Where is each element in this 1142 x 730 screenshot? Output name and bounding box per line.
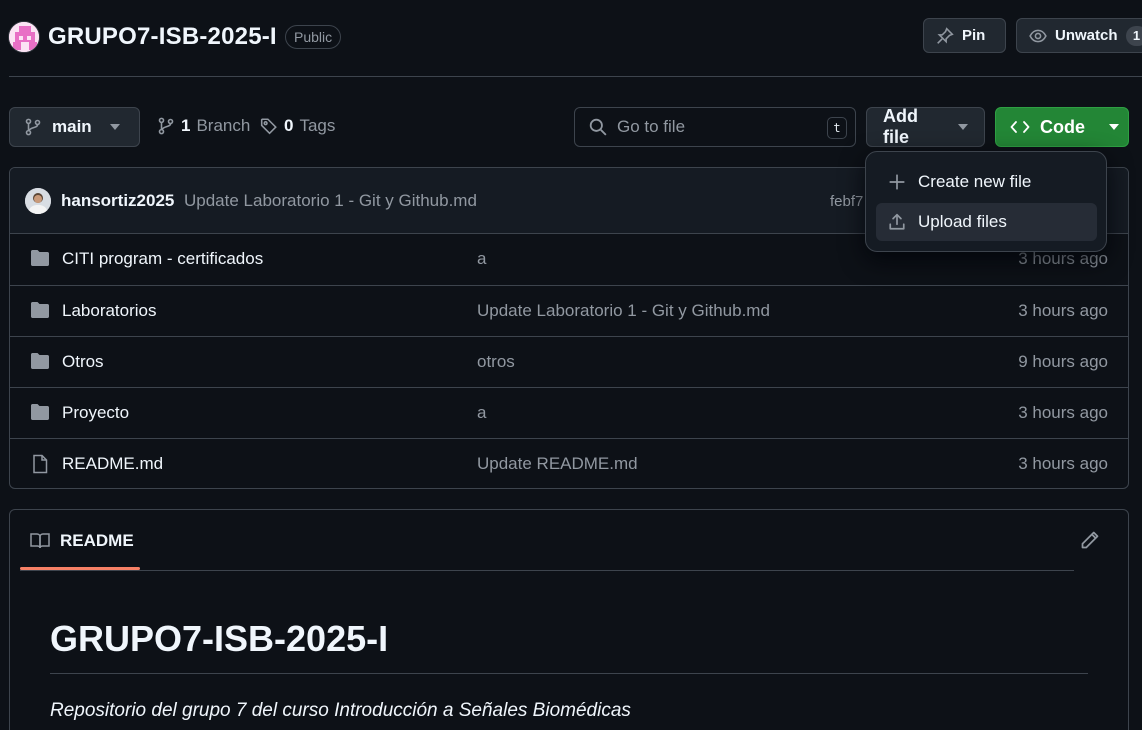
table-row[interactable]: Otros otros 9 hours ago: [10, 336, 1128, 387]
commit-author-avatar[interactable]: [25, 188, 51, 214]
file-icon: [30, 454, 50, 474]
heading-divider: [50, 673, 1088, 674]
file-name[interactable]: Otros: [62, 352, 104, 372]
git-branch-icon: [157, 117, 175, 135]
search-icon: [589, 118, 607, 136]
commit-author[interactable]: hansortiz2025: [61, 191, 174, 211]
upload-files-item[interactable]: Upload files: [876, 203, 1097, 241]
tag-icon: [260, 117, 278, 135]
file-commit-time: 3 hours ago: [1018, 403, 1108, 422]
visibility-badge: Public: [285, 25, 342, 49]
commit-hash[interactable]: febf7: [830, 193, 863, 210]
file-name[interactable]: Proyecto: [62, 403, 129, 423]
branch-count: 1: [181, 116, 191, 135]
menu-item-label: Create new file: [918, 172, 1032, 191]
file-commit-message[interactable]: a: [477, 403, 486, 423]
file-commit-message[interactable]: Update README.md: [477, 454, 638, 474]
go-to-file-search[interactable]: t: [574, 107, 856, 147]
readme-description: Repositorio del grupo 7 del curso Introd…: [50, 700, 631, 721]
branch-label: Branch: [196, 116, 251, 135]
folder-icon: [30, 301, 50, 319]
create-new-file-item[interactable]: Create new file: [876, 163, 1097, 201]
file-commit-message[interactable]: otros: [477, 352, 515, 372]
pin-button[interactable]: Pin: [923, 18, 1006, 53]
add-file-menu: Create new file Upload files: [865, 151, 1107, 252]
repo-title[interactable]: GRUPO7-ISB-2025-I: [48, 23, 277, 51]
readme-heading: GRUPO7-ISB-2025-I: [50, 618, 389, 659]
file-commit-message[interactable]: a: [477, 249, 486, 269]
repo-owner-avatar[interactable]: [8, 21, 40, 53]
file-name[interactable]: CITI program - certificados: [62, 249, 263, 269]
readme-tab[interactable]: README: [20, 510, 140, 571]
readme-panel: README GRUPO7-ISB-2025-I Repositorio del…: [9, 509, 1129, 730]
readme-tab-divider: [20, 570, 1074, 571]
watch-count: 1: [1125, 25, 1142, 46]
keyboard-shortcut-hint: t: [827, 117, 847, 139]
unwatch-label: Unwatch: [1055, 27, 1118, 44]
book-icon: [30, 532, 50, 550]
pencil-icon[interactable]: [1080, 530, 1100, 550]
tag-label: Tags: [299, 116, 336, 135]
file-commit-time: 9 hours ago: [1018, 352, 1108, 371]
branch-selector-button[interactable]: main: [9, 107, 140, 147]
unwatch-button[interactable]: Unwatch 1: [1016, 18, 1142, 53]
commit-message[interactable]: Update Laboratorio 1 - Git y Github.md: [184, 191, 477, 211]
table-row[interactable]: Proyecto a 3 hours ago: [10, 387, 1128, 438]
folder-icon: [30, 352, 50, 370]
file-name[interactable]: README.md: [62, 454, 163, 474]
tag-count: 0: [284, 116, 294, 135]
chevron-down-icon: [958, 124, 968, 130]
table-row[interactable]: Laboratorios Update Laboratorio 1 - Git …: [10, 285, 1128, 336]
code-icon: [1010, 119, 1030, 135]
search-input[interactable]: [617, 117, 817, 137]
table-row[interactable]: README.md Update README.md 3 hours ago: [10, 438, 1128, 488]
header-divider: [9, 76, 1142, 77]
folder-icon: [30, 403, 50, 421]
tags-link[interactable]: 0 Tags: [260, 116, 335, 136]
repo-header: GRUPO7-ISB-2025-I Public Pin Unwatch 1: [0, 0, 1142, 77]
folder-icon: [30, 249, 50, 267]
pin-label: Pin: [962, 27, 986, 44]
pin-icon: [936, 26, 954, 45]
branches-link[interactable]: 1 Branch: [157, 116, 250, 136]
eye-icon: [1029, 27, 1047, 45]
add-file-button[interactable]: Add file: [866, 106, 985, 147]
plus-icon: [888, 173, 906, 191]
file-commit-time: 3 hours ago: [1018, 301, 1108, 320]
readme-tab-label: README: [60, 530, 134, 550]
file-commit-time: 3 hours ago: [1018, 454, 1108, 473]
file-commit-message[interactable]: Update Laboratorio 1 - Git y Github.md: [477, 301, 770, 321]
chevron-down-icon: [1109, 124, 1119, 130]
git-branch-icon: [24, 118, 42, 136]
branch-name: main: [52, 117, 92, 136]
add-file-label: Add file: [883, 106, 918, 147]
menu-item-label: Upload files: [918, 212, 1007, 231]
chevron-down-icon: [109, 124, 120, 130]
upload-icon: [888, 213, 906, 231]
code-label: Code: [1040, 116, 1085, 137]
file-commit-time: 3 hours ago: [1018, 249, 1108, 268]
file-name[interactable]: Laboratorios: [62, 301, 157, 321]
code-button[interactable]: Code: [995, 107, 1129, 147]
